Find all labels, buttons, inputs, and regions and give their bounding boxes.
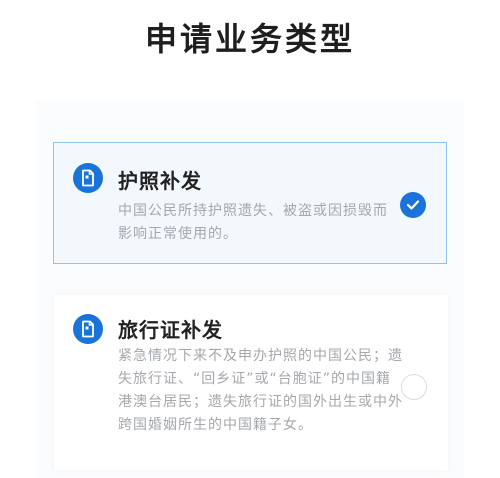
passport-icon (73, 163, 103, 193)
page-title: 申请业务类型 (144, 20, 355, 58)
passport-icon (73, 314, 103, 344)
option-description: 紧急情况下来不及申办护照的中国公民；遗失旅行证、“回乡证”或“台胞证”的中国籍港… (118, 348, 403, 433)
option-card-travel-permit-reissue[interactable]: 旅行证补发 紧急情况下来不及申办护照的中国公民；遗失旅行证、“回乡证”或“台胞证… (54, 295, 448, 470)
option-title: 护照补发 (118, 169, 202, 193)
radio-unselected-icon[interactable] (401, 374, 427, 400)
check-selected-icon[interactable] (400, 192, 426, 218)
option-title: 旅行证补发 (118, 318, 223, 342)
option-card-passport-reissue[interactable]: 护照补发 中国公民所持护照遗失、被盗或因损毁而影响正常使用的。 (53, 142, 447, 264)
option-description: 中国公民所持护照遗失、被盗或因损毁而影响正常使用的。 (118, 203, 388, 242)
